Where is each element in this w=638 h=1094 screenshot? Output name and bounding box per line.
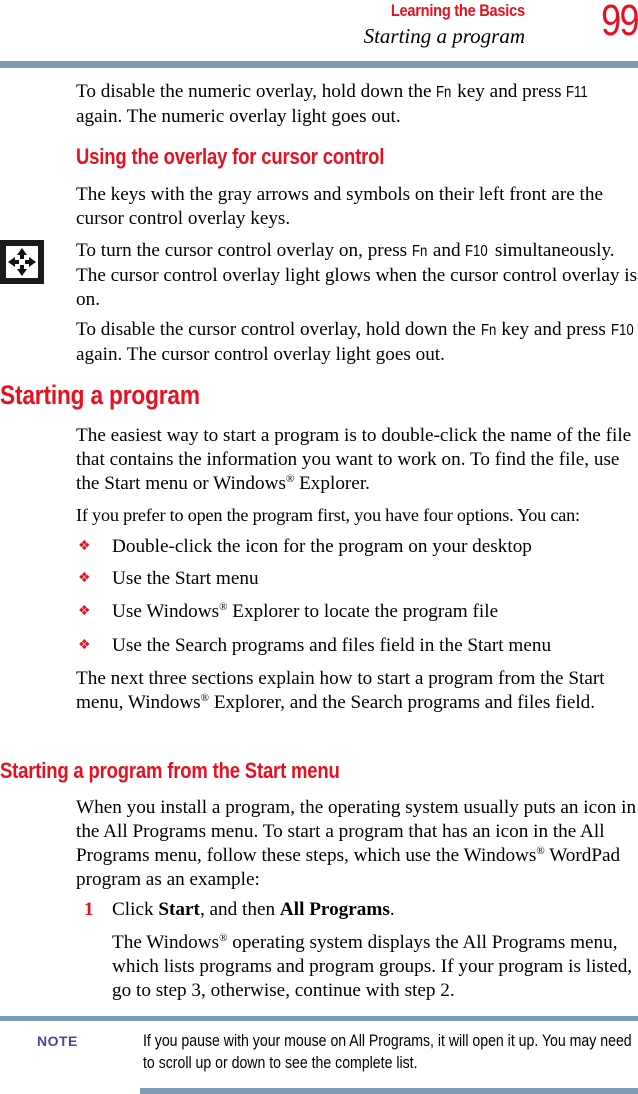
text: Use Windows [112, 601, 220, 622]
note-label: NOTE [37, 1033, 78, 1049]
text: Explorer to locate the program file [227, 601, 499, 622]
list-item-text: Use the Search programs and files field … [112, 635, 552, 656]
cursor-arrows-icon [0, 240, 44, 284]
numeric-overlay-paragraph: To disable the numeric overlay, hold dow… [76, 80, 638, 129]
cursor-off-paragraph: To disable the cursor control overlay, h… [76, 318, 638, 367]
text: To disable the cursor control overlay, h… [76, 319, 481, 340]
list-item-text: Double-click the icon for the program on… [112, 536, 532, 557]
list-item-text: Use Windows® Explorer to locate the prog… [112, 600, 638, 624]
header-rule [0, 61, 638, 68]
start-menu-intro-paragraph: When you install a program, the operatin… [76, 796, 638, 892]
cursor-arrows-glyph [8, 248, 36, 276]
step-number: 1 [84, 899, 94, 920]
key-f10: F10 [610, 322, 634, 339]
note-top-rule [0, 1016, 638, 1021]
step-result: The Windows® operating system displays t… [112, 931, 638, 1003]
note-text: If you pause with your mouse on All Prog… [143, 1031, 632, 1072]
registered-mark: ® [200, 692, 210, 704]
text: and [428, 240, 466, 261]
diamond-bullet-icon: ❖ [78, 604, 91, 619]
text: . [389, 899, 395, 920]
note-bottom-rule [140, 1088, 638, 1094]
chapter-title: Learning the Basics [390, 1, 525, 20]
text: again. The cursor control overlay light … [76, 344, 445, 365]
key-fn: Fn [411, 243, 428, 260]
page-number: 99 [601, 0, 638, 45]
next-sections-paragraph: The next three sections explain how to s… [76, 667, 638, 715]
key-f11: F11 [566, 84, 589, 101]
list-item-text: Use the Start menu [112, 568, 259, 589]
step-instruction: Click Start, and then All Programs. [112, 898, 638, 922]
diamond-bullet-icon: ❖ [78, 571, 91, 586]
diamond-bullet-icon: ❖ [78, 539, 91, 554]
registered-mark: ® [536, 845, 545, 857]
text: Explorer. [294, 473, 370, 494]
heading-cursor-control: Using the overlay for cursor control [76, 144, 385, 169]
cursor-intro-paragraph: The keys with the gray arrows and symbol… [76, 184, 603, 229]
diamond-bullet-icon: ❖ [78, 638, 91, 653]
heading-starting-a-program: Starting a program [0, 380, 200, 410]
section-title: Starting a program [363, 24, 525, 48]
ui-term-all-programs: All Programs [279, 899, 390, 920]
text: Explorer, and the Search programs and fi… [209, 692, 596, 713]
text: To disable the numeric overlay, hold dow… [76, 81, 437, 102]
cursor-on-paragraph: To turn the cursor control overlay on, p… [76, 239, 638, 312]
text: The Windows [112, 932, 220, 953]
ui-term-start: Start [158, 899, 200, 920]
text: Click [112, 899, 159, 920]
key-fn: Fn [480, 322, 496, 339]
text: again. The numeric overlay light goes ou… [76, 106, 401, 127]
key-fn: Fn [436, 84, 452, 101]
text: , and then [199, 899, 280, 920]
text: key and press [496, 319, 611, 340]
key-f10: F10 [465, 243, 489, 260]
text: To turn the cursor control overlay on, p… [76, 240, 412, 261]
options-paragraph: If you prefer to open the program first,… [76, 505, 580, 525]
text: key and press [452, 81, 567, 102]
starting-intro-paragraph: The easiest way to start a program is to… [76, 424, 638, 496]
heading-start-menu: Starting a program from the Start menu [0, 758, 340, 783]
